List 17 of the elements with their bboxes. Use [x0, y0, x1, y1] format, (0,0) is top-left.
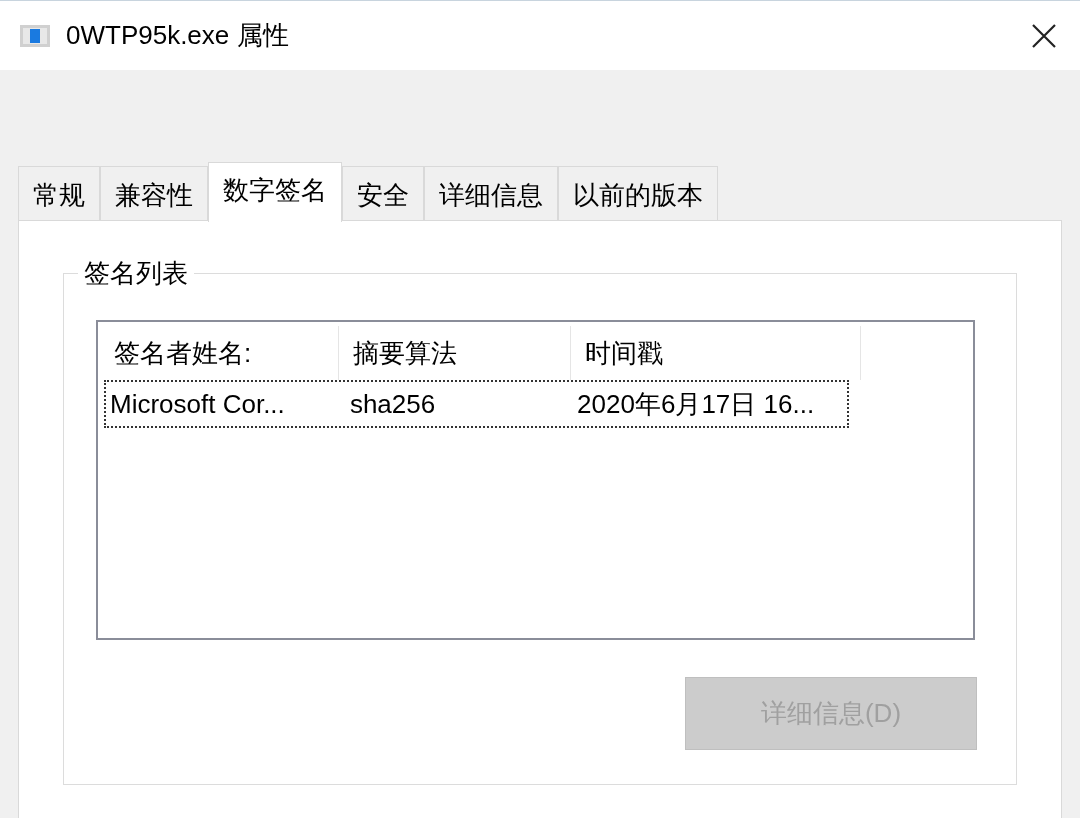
tab[interactable]: 常规	[18, 166, 100, 220]
signature-row[interactable]: Microsoft Cor... sha256 2020年6月17日 16...	[104, 380, 849, 428]
tab[interactable]: 数字签名	[208, 162, 342, 222]
window-app-icon	[20, 24, 50, 47]
table-cell-text: Microsoft Cor...	[109, 387, 286, 421]
column-header[interactable]: 签名者姓名:	[104, 326, 339, 380]
tab[interactable]: 详细信息	[424, 166, 558, 220]
column-header[interactable]: 时间戳	[571, 326, 861, 380]
table-cell-text: sha256	[348, 387, 437, 421]
close-icon	[1031, 22, 1057, 49]
window-title: 0WTP95k.exe 属性	[66, 19, 290, 52]
table-cell-text: 2020年6月17日 16...	[576, 387, 816, 421]
column-header[interactable]: 摘要算法	[339, 326, 571, 380]
tab[interactable]: 以前的版本	[558, 166, 718, 220]
signature-list[interactable]: 签名者姓名: 摘要算法 时间戳 Microsoft Cor... sha256 2020年6月17日 16...	[96, 320, 975, 640]
tab[interactable]: 兼容性	[100, 166, 208, 220]
tab[interactable]: 安全	[342, 166, 424, 220]
